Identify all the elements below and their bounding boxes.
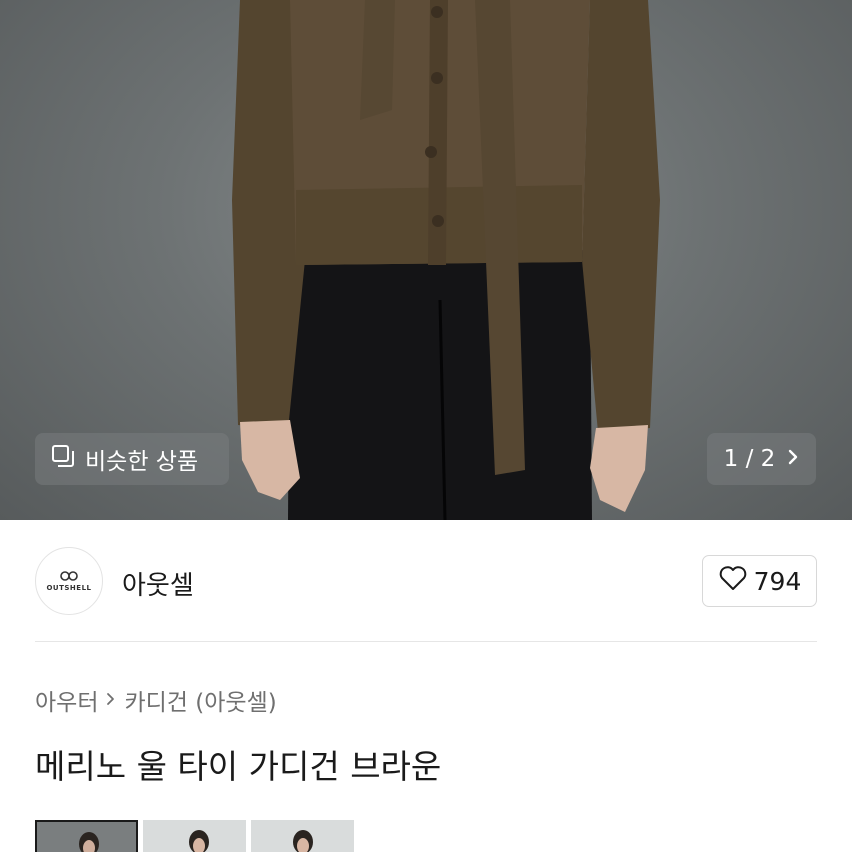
copy-icon [51, 444, 75, 474]
chevron-right-icon [787, 446, 799, 472]
thumbnail-1[interactable] [35, 820, 138, 852]
divider [35, 641, 817, 642]
thumbnail-3[interactable] [251, 820, 354, 852]
seller-name[interactable]: 아웃셀 [122, 565, 194, 602]
like-button[interactable]: 794 [702, 555, 817, 607]
seller-logo-text: OUTSHELL [46, 583, 92, 592]
chevron-right-icon [106, 687, 116, 713]
similar-products-label: 비슷한 상품 [85, 449, 199, 475]
heart-icon [718, 565, 748, 597]
breadcrumb-outer[interactable]: 아우터 [35, 683, 98, 717]
outshell-logo-icon [60, 570, 78, 581]
seller-avatar[interactable]: OUTSHELL [35, 547, 103, 615]
similar-products-button[interactable]: 비슷한 상품 [35, 433, 229, 485]
seller-row: OUTSHELL 아웃셀 794 [35, 545, 817, 615]
breadcrumb: 아우터 카디건 (아웃셀) [35, 683, 277, 717]
image-pager-count: 1 / 2 [723, 446, 776, 472]
thumbnail-2[interactable] [143, 820, 246, 852]
breadcrumb-cardigan[interactable]: 카디건 (아웃셀) [124, 683, 276, 717]
thumbnail-strip [35, 820, 354, 852]
image-pager-button[interactable]: 1 / 2 [707, 433, 816, 485]
product-title: 메리노 울 타이 가디건 브라운 [35, 747, 442, 786]
like-count: 794 [753, 566, 802, 596]
